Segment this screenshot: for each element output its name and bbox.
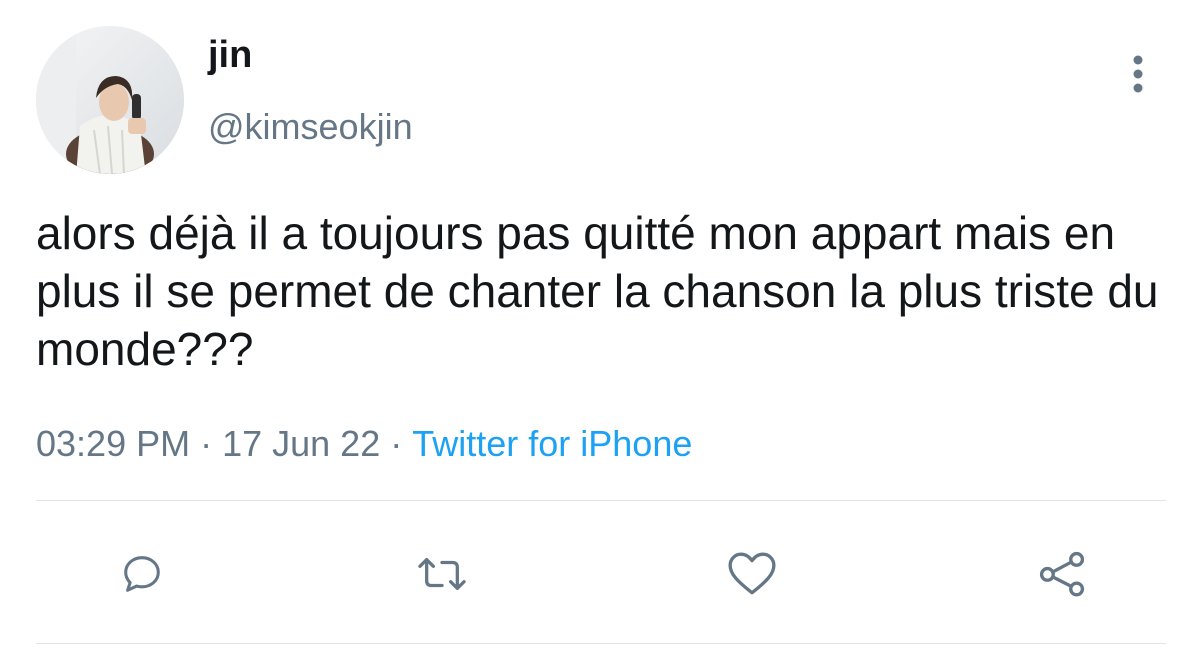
- vertical-dots-icon: [1133, 55, 1143, 93]
- tweet-source-link[interactable]: Twitter for iPhone: [412, 423, 692, 464]
- divider: [36, 500, 1166, 501]
- user-handle[interactable]: @kimseokjin: [208, 109, 413, 145]
- display-name[interactable]: jin: [208, 36, 252, 74]
- tweet-text: alors déjà il a toujours pas quitté mon …: [36, 207, 1159, 375]
- retweet-icon: [418, 557, 466, 591]
- meta-separator: ·: [200, 423, 213, 464]
- like-icon: [728, 552, 776, 595]
- tweet-meta: 03:29 PM · 17 Jun 22 · Twitter for iPhone: [36, 422, 692, 466]
- tweet-time[interactable]: 03:29 PM: [36, 423, 190, 464]
- tweet-date[interactable]: 17 Jun 22: [222, 423, 380, 464]
- share-button[interactable]: [1032, 544, 1092, 604]
- avatar[interactable]: [36, 26, 184, 174]
- divider: [36, 643, 1166, 644]
- avatar-photo: [36, 26, 184, 174]
- share-icon: [1039, 551, 1085, 597]
- meta-separator: ·: [390, 423, 403, 464]
- reply-icon: [124, 556, 160, 592]
- retweet-button[interactable]: [412, 544, 472, 604]
- like-button[interactable]: [722, 544, 782, 604]
- reply-button[interactable]: [112, 544, 172, 604]
- more-options-button[interactable]: [1122, 52, 1154, 96]
